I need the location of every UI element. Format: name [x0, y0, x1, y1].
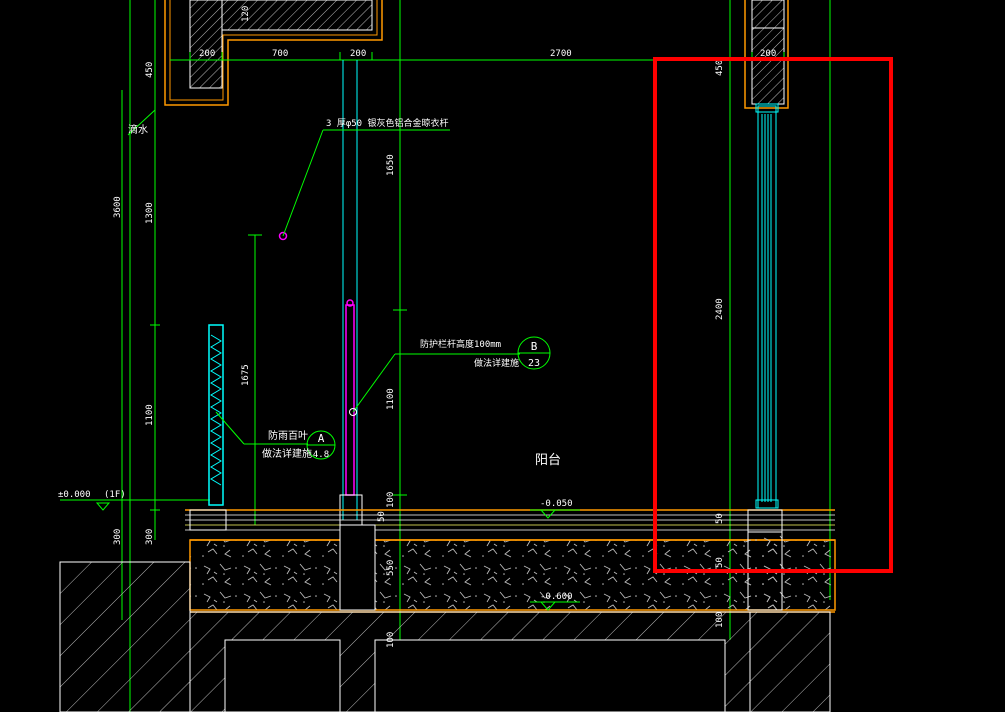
dim-450-right: 450	[715, 60, 725, 76]
callout-b-sheet: 23	[528, 358, 540, 369]
leader-lines	[127, 109, 520, 445]
dim-300-a: 300	[113, 529, 123, 545]
level-base: -0.600	[540, 592, 573, 602]
dim-1675: 1675	[241, 364, 251, 386]
floor-slab	[185, 509, 836, 613]
callout-b[interactable]: B 23	[517, 336, 551, 370]
dim-100-mid: 100	[386, 492, 396, 508]
dim-1100-mid: 1100	[386, 388, 396, 410]
dim-50-low: 50	[715, 557, 725, 568]
dim-550: 550	[386, 560, 396, 576]
label-rail-note: 防护栏杆高度100mm	[420, 338, 501, 350]
dim-450-top: 450	[145, 62, 155, 78]
label-louver-note-sub: 做法详建施	[262, 447, 312, 460]
dim-100-low: 100	[715, 612, 725, 628]
level-floor-tag: (1F)	[104, 490, 126, 500]
dim-1100-left: 1100	[145, 404, 155, 426]
dim-300-b: 300	[145, 529, 155, 545]
label-drip: 滴水	[128, 123, 148, 136]
dim-100-bottom: 100	[386, 632, 396, 648]
dim-700: 700	[272, 49, 288, 59]
dim-120: 120	[241, 6, 251, 22]
callout-b-letter: B	[531, 340, 538, 353]
level-floor: ±0.000	[58, 490, 91, 500]
callout-a-letter: A	[318, 432, 325, 445]
louver	[208, 324, 224, 506]
dim-2400: 2400	[715, 298, 725, 320]
notes: 滴水 3 厚φ50 银灰色铝合金晾衣杆 防护栏杆高度100mm 做法详建施 防雨…	[58, 117, 573, 602]
dim-200-a: 200	[199, 49, 215, 59]
dim-1650: 1650	[386, 154, 396, 176]
dim-2700: 2700	[550, 49, 572, 59]
label-rail-note-sub: 做法详建施	[474, 357, 519, 369]
highlight-box[interactable]	[653, 57, 893, 573]
dim-200-b: 200	[350, 49, 366, 59]
callout-a-sheet: 4.8	[313, 450, 329, 460]
dim-1300: 1300	[145, 202, 155, 224]
label-balcony: 阳台	[535, 453, 561, 468]
dim-50-right: 50	[715, 513, 725, 524]
dim-50-mid: 50	[377, 511, 387, 522]
label-rod-note: 3 厚φ50 银灰色铝合金晾衣杆	[326, 117, 449, 129]
dim-3600: 3600	[113, 196, 123, 218]
glass-door	[755, 103, 779, 509]
cad-section-drawing: B 23 A 4.8 120 450 200 700 200 2700 200 …	[58, 0, 893, 712]
label-louver-note: 防雨百叶	[268, 429, 308, 442]
level-balcony: -0.050	[540, 499, 573, 509]
